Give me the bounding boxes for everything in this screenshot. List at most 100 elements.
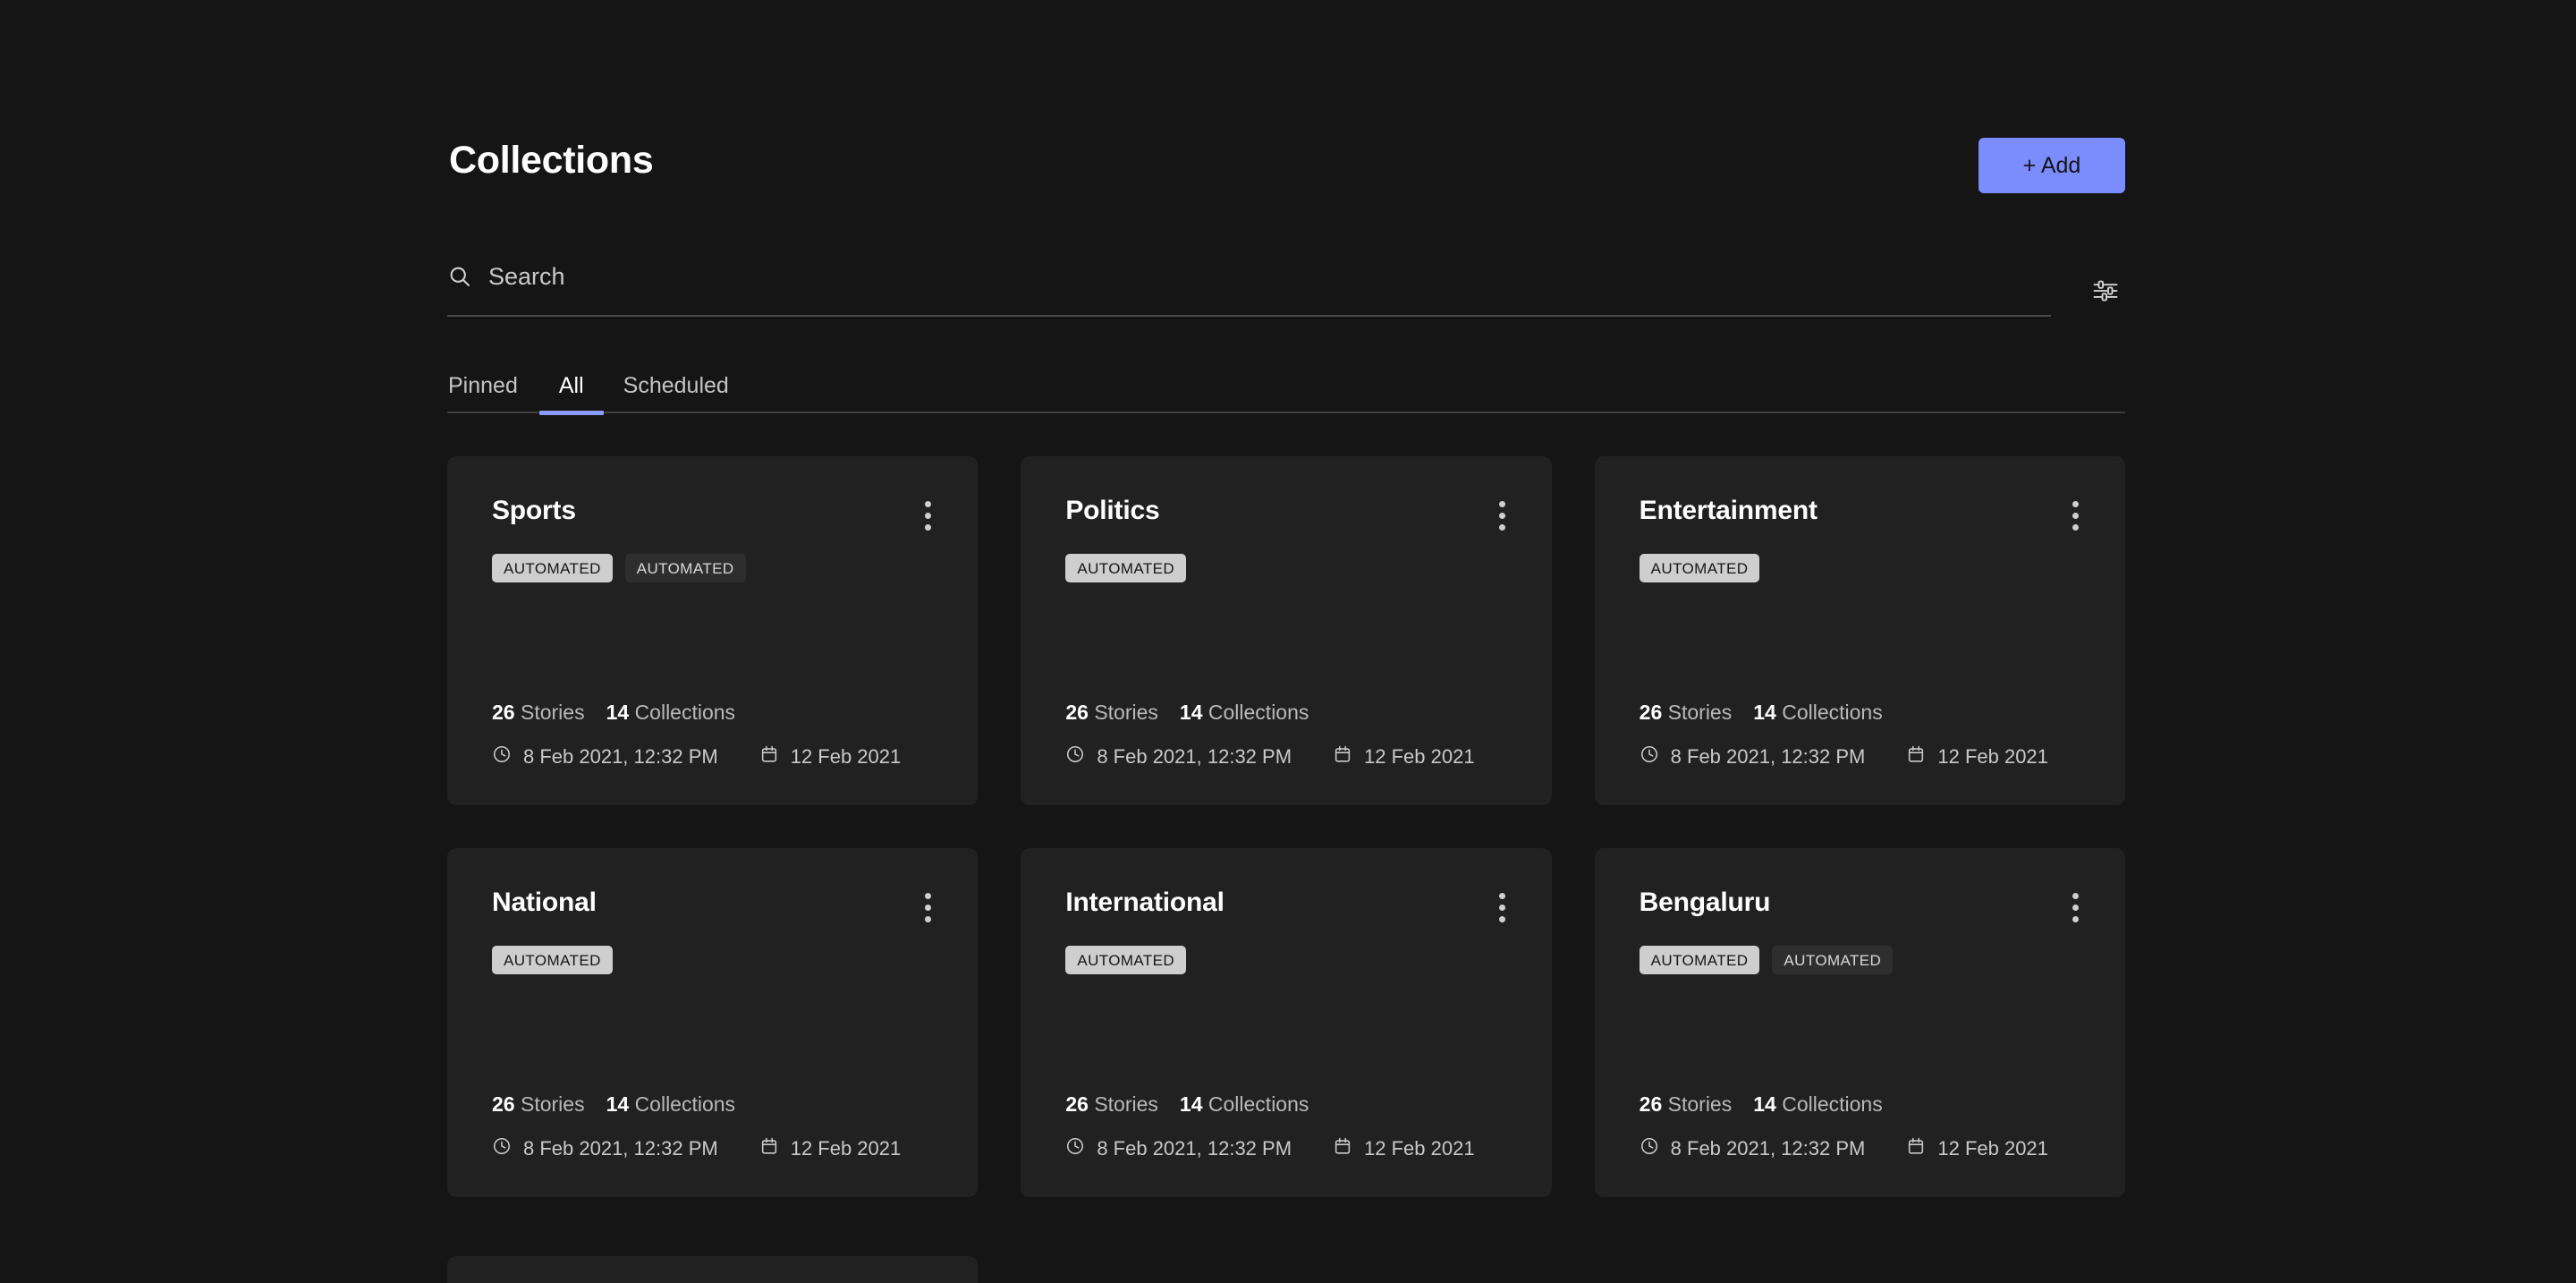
page-title: Collections xyxy=(449,139,654,182)
tab-pinned[interactable]: Pinned xyxy=(447,358,539,413)
updated-at-text: 8 Feb 2021, 12:32 PM xyxy=(523,745,718,768)
card-menu-button[interactable] xyxy=(1494,889,1511,926)
calendar-icon xyxy=(759,1136,779,1161)
updated-at-text: 8 Feb 2021, 12:32 PM xyxy=(1097,1137,1292,1160)
collections-stat: 14 Collections xyxy=(606,1092,735,1117)
kebab-menu-icon xyxy=(2072,524,2079,531)
collection-card[interactable]: Entertainment AUTOMATED 26 Stories 14 Co… xyxy=(1594,456,2125,805)
card-meta: 8 Feb 2021, 12:32 PM 12 Feb 2021 xyxy=(1065,1136,1506,1161)
collections-count: 14 xyxy=(606,701,630,724)
kebab-menu-icon xyxy=(2072,513,2079,519)
card-badges: AUTOMATED xyxy=(492,946,933,974)
card-spacer xyxy=(1640,974,2080,1092)
kebab-menu-icon xyxy=(2072,501,2079,507)
calendar-icon xyxy=(1906,744,1926,769)
tab-scheduled[interactable]: Scheduled xyxy=(604,358,749,413)
scheduled-date-text: 12 Feb 2021 xyxy=(1937,1137,2048,1160)
add-collection-button[interactable]: + Add xyxy=(1979,138,2125,193)
card-stats: 26 Stories 14 Collections xyxy=(1065,1092,1506,1117)
status-badge: AUTOMATED xyxy=(492,554,613,582)
card-spacer xyxy=(1065,582,1506,701)
search-field[interactable] xyxy=(447,256,2051,317)
clock-icon xyxy=(1640,744,1659,769)
card-spacer xyxy=(1640,582,2080,701)
updated-at-item: 8 Feb 2021, 12:32 PM xyxy=(1640,744,1866,769)
card-menu-button[interactable] xyxy=(2067,889,2084,926)
card-badges: AUTOMATED AUTOMATED xyxy=(492,554,933,582)
card-stats: 26 Stories 14 Collections xyxy=(492,1092,933,1117)
updated-at-item: 8 Feb 2021, 12:32 PM xyxy=(1065,744,1292,769)
card-title: International xyxy=(1065,888,1224,917)
stories-label: Stories xyxy=(1667,701,1733,724)
search-input[interactable] xyxy=(488,261,2051,292)
card-meta: 8 Feb 2021, 12:32 PM 12 Feb 2021 xyxy=(1640,744,2080,769)
collections-label: Collections xyxy=(1208,701,1309,724)
status-badge: AUTOMATED xyxy=(1639,946,1760,974)
scheduled-date-item: 12 Feb 2021 xyxy=(1333,1136,1475,1161)
card-meta: 8 Feb 2021, 12:32 PM 12 Feb 2021 xyxy=(1065,744,1506,769)
sliders-filter-icon xyxy=(2092,277,2119,307)
card-spacer xyxy=(492,582,933,701)
clock-icon xyxy=(492,1136,512,1161)
scheduled-date-text: 12 Feb 2021 xyxy=(1937,745,2048,768)
calendar-icon xyxy=(1333,1136,1352,1161)
kebab-menu-icon xyxy=(2072,893,2079,899)
collection-card-partial[interactable] xyxy=(447,1256,978,1283)
scheduled-date-text: 12 Feb 2021 xyxy=(1364,745,1475,768)
kebab-menu-icon xyxy=(925,916,932,922)
card-meta: 8 Feb 2021, 12:32 PM 12 Feb 2021 xyxy=(492,1136,933,1161)
kebab-menu-icon xyxy=(2072,905,2079,911)
card-stats: 26 Stories 14 Collections xyxy=(1065,701,1506,725)
clock-icon xyxy=(1065,744,1085,769)
collection-card[interactable]: Politics AUTOMATED 26 Stories 14 Collect… xyxy=(1021,456,1552,805)
kebab-menu-icon xyxy=(1498,524,1505,531)
scheduled-date-text: 12 Feb 2021 xyxy=(790,1137,902,1160)
tab-all[interactable]: All xyxy=(538,358,604,415)
collection-card[interactable]: Bengaluru AUTOMATED AUTOMATED 26 Stories… xyxy=(1594,848,2125,1197)
stories-label: Stories xyxy=(1667,1092,1733,1116)
kebab-menu-icon xyxy=(925,524,932,531)
kebab-menu-icon xyxy=(1498,905,1505,911)
card-header: International xyxy=(1065,888,1506,926)
collection-card[interactable]: Sports AUTOMATED AUTOMATED 26 Stories 14… xyxy=(447,456,979,805)
tab-list: Pinned All Scheduled xyxy=(447,358,2125,415)
card-menu-button[interactable] xyxy=(1494,497,1511,534)
scheduled-date-item: 12 Feb 2021 xyxy=(1906,1136,2048,1161)
card-stats: 26 Stories 14 Collections xyxy=(1640,1092,2080,1117)
stories-count: 26 xyxy=(1639,1092,1663,1116)
clock-icon xyxy=(1640,1136,1659,1161)
collections-label: Collections xyxy=(1782,701,1883,724)
updated-at-text: 8 Feb 2021, 12:32 PM xyxy=(1670,745,1866,768)
content-column: Collections + Add Search Pinned All Sche… xyxy=(447,0,2125,1197)
search-row xyxy=(447,256,2125,317)
card-header: Entertainment xyxy=(1640,496,2080,534)
collection-card[interactable]: National AUTOMATED 26 Stories 14 Collect… xyxy=(447,848,979,1197)
calendar-icon xyxy=(759,744,779,769)
card-header: Politics xyxy=(1065,496,1506,534)
card-header: Sports xyxy=(492,496,933,534)
status-badge: AUTOMATED xyxy=(1772,946,1894,974)
updated-at-text: 8 Feb 2021, 12:32 PM xyxy=(1097,745,1292,768)
scheduled-date-text: 12 Feb 2021 xyxy=(1364,1137,1475,1160)
calendar-icon xyxy=(1333,744,1352,769)
kebab-menu-icon xyxy=(925,513,932,519)
collections-label: Collections xyxy=(634,1092,736,1116)
collections-count: 14 xyxy=(1179,1092,1203,1116)
collection-card[interactable]: International AUTOMATED 26 Stories 14 Co… xyxy=(1021,848,1552,1197)
status-badge: AUTOMATED xyxy=(624,554,746,582)
card-menu-button[interactable] xyxy=(919,497,936,534)
card-badges: AUTOMATED xyxy=(1065,946,1506,974)
card-meta: 8 Feb 2021, 12:32 PM 12 Feb 2021 xyxy=(492,744,933,769)
filter-settings-button[interactable] xyxy=(2086,272,2125,311)
card-menu-button[interactable] xyxy=(2067,497,2084,534)
collections-count: 14 xyxy=(1753,1092,1776,1116)
page-header: Collections + Add xyxy=(447,125,2125,218)
card-menu-button[interactable] xyxy=(919,889,936,926)
card-badges: AUTOMATED xyxy=(1065,554,1506,582)
clock-icon xyxy=(1065,1136,1085,1161)
collections-count: 14 xyxy=(1179,701,1203,724)
kebab-menu-icon xyxy=(925,893,932,899)
stories-label: Stories xyxy=(520,701,585,724)
clock-icon xyxy=(492,744,512,769)
collections-label: Collections xyxy=(1208,1092,1309,1116)
